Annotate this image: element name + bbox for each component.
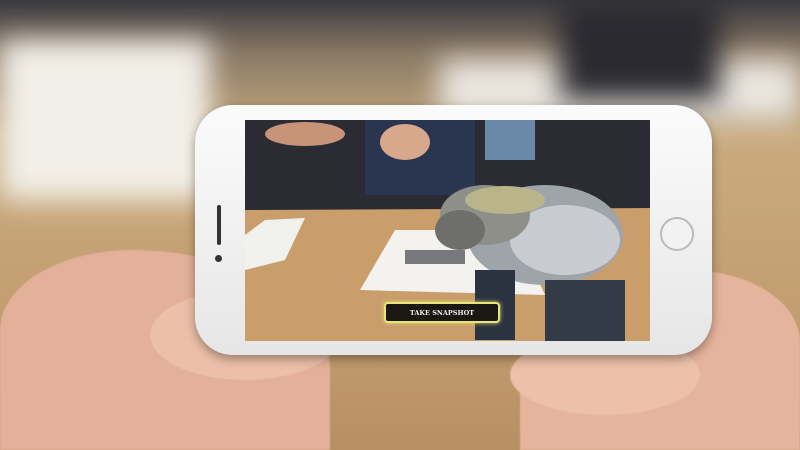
background-blur-light (0, 40, 210, 200)
speaker-grille (217, 205, 221, 245)
home-button[interactable] (660, 217, 694, 251)
take-snapshot-button[interactable]: TAKE SNAPSHOT (384, 302, 500, 323)
person-hand (380, 124, 430, 160)
person-hand (265, 122, 345, 146)
front-camera-icon (215, 255, 222, 262)
person-jeans (485, 120, 535, 160)
background-blur-dark (560, 0, 720, 100)
phone-screen: TAKE SNAPSHOT (245, 120, 650, 341)
